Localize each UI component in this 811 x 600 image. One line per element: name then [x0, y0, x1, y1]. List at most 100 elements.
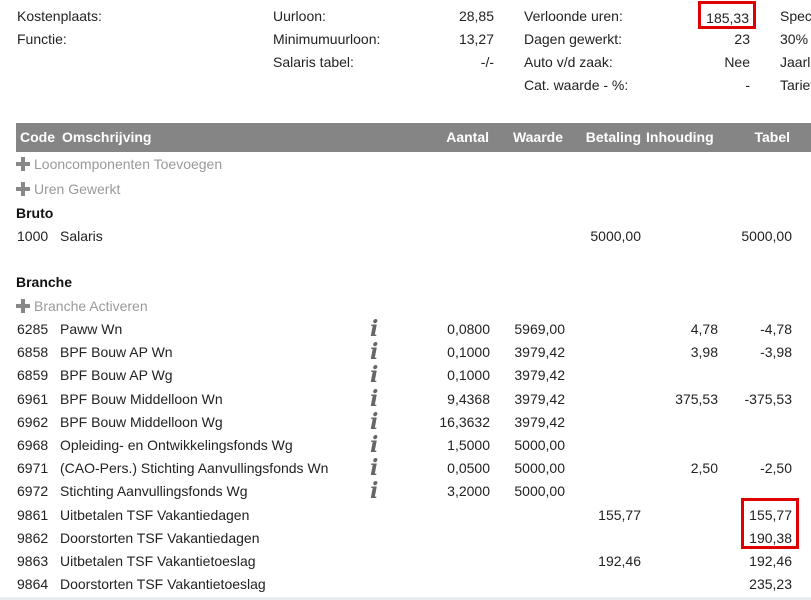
looncomponenten-toevoegen-label: Looncomponenten Toevoegen [34, 156, 223, 172]
header-betaling: Betaling [585, 129, 641, 145]
row-description: Paww Wn [60, 321, 123, 337]
section-branche-title: Branche [16, 274, 73, 290]
table-header: Code Omschrijving Aantal Waarde Betaling… [16, 123, 811, 152]
row-waarde: 5000,00 [514, 483, 565, 500]
row-waarde: 5969,00 [514, 321, 565, 337]
row-description: Stichting Aanvullingsfonds Wg [60, 483, 248, 500]
row-tabel: -3,98 [760, 344, 792, 361]
dagen-gewerkt-label: Dagen gewerkt: [524, 31, 623, 47]
table-row: 6971 (CAO-Pers.) Stichting Aanvullingsfon… [0, 456, 811, 479]
row-aantal: 16,3632 [439, 413, 490, 430]
functie-label: Functie: [17, 31, 67, 47]
table-row: 9864 Doorstorten TSF Vakantietoeslag 235,2… [0, 572, 811, 595]
row-aantal: 9,4368 [447, 390, 490, 407]
table-row: 6859 BPF Bouw AP Wg i 0,1000 3979,42 [0, 363, 811, 386]
plus-icon [16, 299, 30, 313]
table-row: 6968 Opleiding- en Ontwikkelingsfonds Wg i… [0, 433, 811, 456]
row-description: Uitbetalen TSF Vakantietoeslag [60, 553, 256, 569]
row-code: 6962 [17, 413, 49, 430]
row-aantal: 0,1000 [447, 344, 490, 361]
header-tabel: Tabel [754, 129, 790, 145]
row-aantal: 3,2000 [447, 483, 490, 500]
header-inhouding: Inhouding [646, 129, 714, 145]
row-tabel: -375,53 [744, 390, 792, 407]
header-code: Code [20, 129, 55, 145]
info-icon[interactable]: i [370, 457, 378, 479]
table-row: 6972 Stichting Aanvullingsfonds Wg i 3,2000… [0, 479, 811, 502]
row-betaling: 5000,00 [590, 228, 641, 244]
plus-icon [16, 182, 30, 196]
row-tabel: -4,78 [760, 321, 792, 337]
row-aantal: 1,5000 [447, 437, 490, 453]
minimumuurloon-label: Minimumuurloon: [273, 31, 381, 47]
row-waarde: 5000,00 [514, 437, 565, 453]
verloonde-uren-label: Verloonde uren: [524, 8, 623, 24]
verloonde-uren-value: 185,33 [698, 1, 756, 29]
header-aantal: Aantal [446, 129, 489, 145]
row-code: 6859 [17, 367, 49, 384]
info-icon[interactable]: i [370, 364, 378, 386]
auto-value: Nee [724, 54, 750, 70]
looncomponenten-toevoegen-link[interactable]: Looncomponenten Toevoegen [16, 156, 222, 172]
row-description: Doorstorten TSF Vakantiedagen [60, 529, 260, 546]
row-waarde: 3979,42 [514, 413, 565, 430]
row-tabel: 192,46 [749, 553, 792, 569]
row-aantal: 0,1000 [447, 367, 490, 384]
row-code: 9863 [17, 553, 49, 569]
table-row: 6858 BPF Bouw AP Wn i 0,1000 3979,42 3,98 -3,9… [0, 340, 811, 363]
row-description: BPF Bouw Middelloon Wn [60, 390, 223, 407]
row-code: 6285 [17, 321, 49, 337]
cat-waarde-label: Cat. waarde - %: [524, 77, 629, 93]
salaris-tabel-value: -/- [480, 54, 494, 70]
minimumuurloon-value: 13,27 [458, 31, 494, 47]
row-code: 6961 [17, 390, 49, 407]
row-code: 9861 [17, 506, 49, 523]
row-code: 1000 [17, 228, 49, 244]
dagen-gewerkt-value: 23 [734, 31, 750, 47]
table-row: 9862 Doorstorten TSF Vakantiedagen 190,38 [0, 526, 811, 549]
row-description: Salaris [60, 228, 103, 244]
row-tabel: 235,23 [749, 576, 792, 593]
row-description: Uitbetalen TSF Vakantiedagen [60, 506, 250, 523]
table-row: 6285 Paww Wn i 0,0800 5969,00 4,78 -4,78 [0, 317, 811, 340]
info-icon[interactable]: i [370, 434, 378, 456]
row-code: 9864 [17, 576, 49, 593]
row-description: Opleiding- en Ontwikkelingsfonds Wg [60, 437, 293, 453]
row-inhouding: 3,98 [690, 344, 718, 361]
row-betaling: 155,77 [598, 506, 641, 523]
row-waarde: 5000,00 [514, 460, 565, 477]
row-code: 6858 [17, 344, 49, 361]
row-description: BPF Bouw AP Wg [60, 367, 173, 384]
info-icon[interactable]: i [370, 388, 378, 410]
row-code: 6968 [17, 437, 49, 453]
row-code: 9862 [17, 529, 49, 546]
section-bruto-title: Bruto [16, 205, 54, 221]
table-row: 6961 BPF Bouw Middelloon Wn i 9,4368 3979,42… [0, 387, 811, 410]
uren-gewerkt-label: Uren Gewerkt [34, 181, 121, 197]
branche-activeren-link[interactable]: Branche Activeren [16, 298, 148, 314]
row-description: (CAO-Pers.) Stichting Aanvullingsfonds W… [60, 460, 329, 477]
row-aantal: 0,0800 [447, 321, 490, 337]
cat-waarde-value: - [745, 77, 750, 93]
row-description: BPF Bouw Middelloon Wg [60, 413, 223, 430]
info-icon[interactable]: i [370, 411, 378, 433]
kostenplaats-label: Kostenplaats: [17, 8, 102, 24]
employee-info-panel: Kostenplaats: Functie: Uurloon: 28,85 Mi… [0, 0, 811, 120]
info-icon[interactable]: i [370, 480, 378, 502]
row-code: 6972 [17, 483, 49, 500]
info-icon[interactable]: i [370, 341, 378, 363]
table-row: 9861 Uitbetalen TSF Vakantiedagen 155,77 15… [0, 503, 811, 526]
uren-gewerkt-link[interactable]: Uren Gewerkt [16, 181, 120, 197]
row-waarde: 3979,42 [514, 367, 565, 384]
row-code: 6971 [17, 460, 49, 477]
info-icon[interactable]: i [370, 318, 378, 340]
row-betaling: 192,46 [598, 553, 641, 569]
row-description: BPF Bouw AP Wn [60, 344, 173, 361]
uurloon-label: Uurloon: [273, 8, 326, 24]
row-inhouding: 2,50 [690, 460, 718, 477]
tabel-highlight-box [741, 498, 799, 549]
table-row: 6962 BPF Bouw Middelloon Wg i 16,3632 3979,4… [0, 410, 811, 433]
tarief-label: Tarief [780, 77, 811, 93]
row-tabel: -2,50 [760, 460, 792, 477]
auto-label: Auto v/d zaak: [524, 54, 613, 70]
